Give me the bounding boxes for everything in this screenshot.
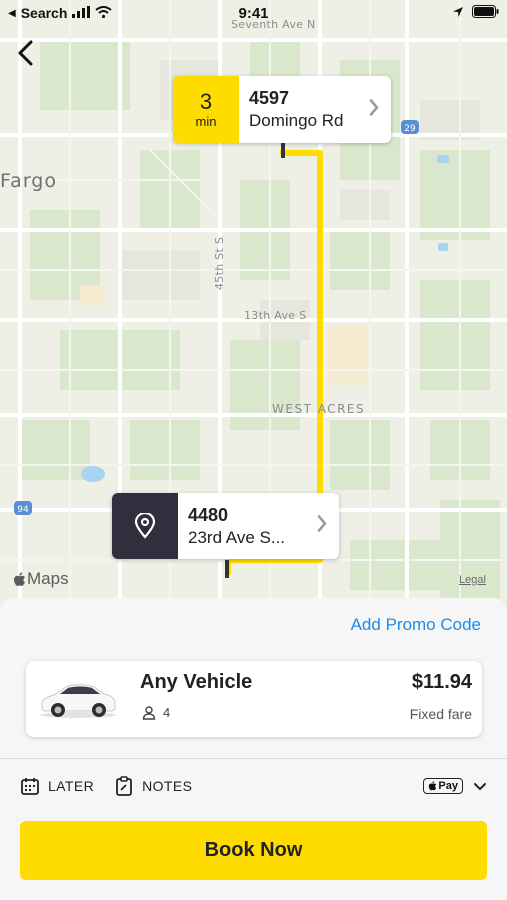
chevron-right-icon [317,515,327,538]
svg-text:29: 29 [404,124,416,134]
notes-button[interactable]: NOTES [114,776,192,796]
later-label: LATER [48,778,95,794]
chevron-right-icon [369,98,379,121]
maps-brand-text: Maps [27,569,69,588]
location-pin-icon [134,513,156,539]
notes-label: NOTES [142,778,193,794]
divider [0,758,507,759]
fare-type: Fixed fare [409,706,472,722]
notes-icon [116,776,132,796]
district-label: WEST ACRES [272,402,366,416]
route-map[interactable]: 29 94 Seventh Ave N 45th St S 13th Ave S… [0,0,507,610]
vehicle-name: Any Vehicle [140,671,253,693]
legal-link[interactable]: Legal [459,574,486,586]
payment-selector[interactable]: Pay [423,778,487,794]
pickup-eta-unit: min [195,114,217,129]
fare-price: $11.94 [411,671,472,693]
dropoff-badge [112,493,178,559]
street-label-13th: 13th Ave S [244,309,307,322]
apple-pay-badge: Pay [423,778,463,794]
apple-icon [429,781,437,791]
city-label: Fargo [0,170,57,192]
apple-icon [14,571,25,586]
booking-options: LATER NOTES [20,776,212,796]
chevron-down-icon [474,782,486,790]
seat-count: 4 [163,705,171,720]
location-arrow-icon [452,5,464,21]
dropoff-street: 23rd Ave S... [188,527,286,547]
dropoff-number: 4480 [188,504,229,525]
calendar-icon [21,778,39,795]
chevron-left-icon [18,40,33,66]
pickup-eta-badge: 3 min [173,76,239,143]
street-label-45th: 45th St S [213,236,226,290]
battery-icon [472,5,499,21]
status-bar: ◀ Search 9:41 [0,0,507,28]
pickup-eta-value: 3 [199,89,213,114]
pickup-number: 4597 [249,88,290,108]
booking-sheet: Add Promo Code Any Vehicle 4 $11.94 Fixe… [0,598,507,900]
book-now-button[interactable]: Book Now [20,821,487,880]
add-promo-code-link[interactable]: Add Promo Code [351,615,481,635]
pickup-callout[interactable]: 3 min 4597 Domingo Rd [173,76,391,143]
vehicle-option-card[interactable]: Any Vehicle 4 $11.94 Fixed fare [26,661,482,737]
car-icon [38,675,118,724]
person-icon [142,705,156,720]
apple-maps-logo: Maps [13,569,69,589]
dropoff-callout[interactable]: 4480 23rd Ave S... [112,493,339,559]
status-time: 9:41 [238,5,269,22]
svg-text:94: 94 [17,505,29,515]
pickup-street: Domingo Rd [249,111,344,130]
back-button[interactable] [10,36,40,70]
payment-method-label: Pay [438,780,458,792]
vehicle-seats: 4 [142,705,170,720]
later-button[interactable]: LATER [20,776,94,796]
